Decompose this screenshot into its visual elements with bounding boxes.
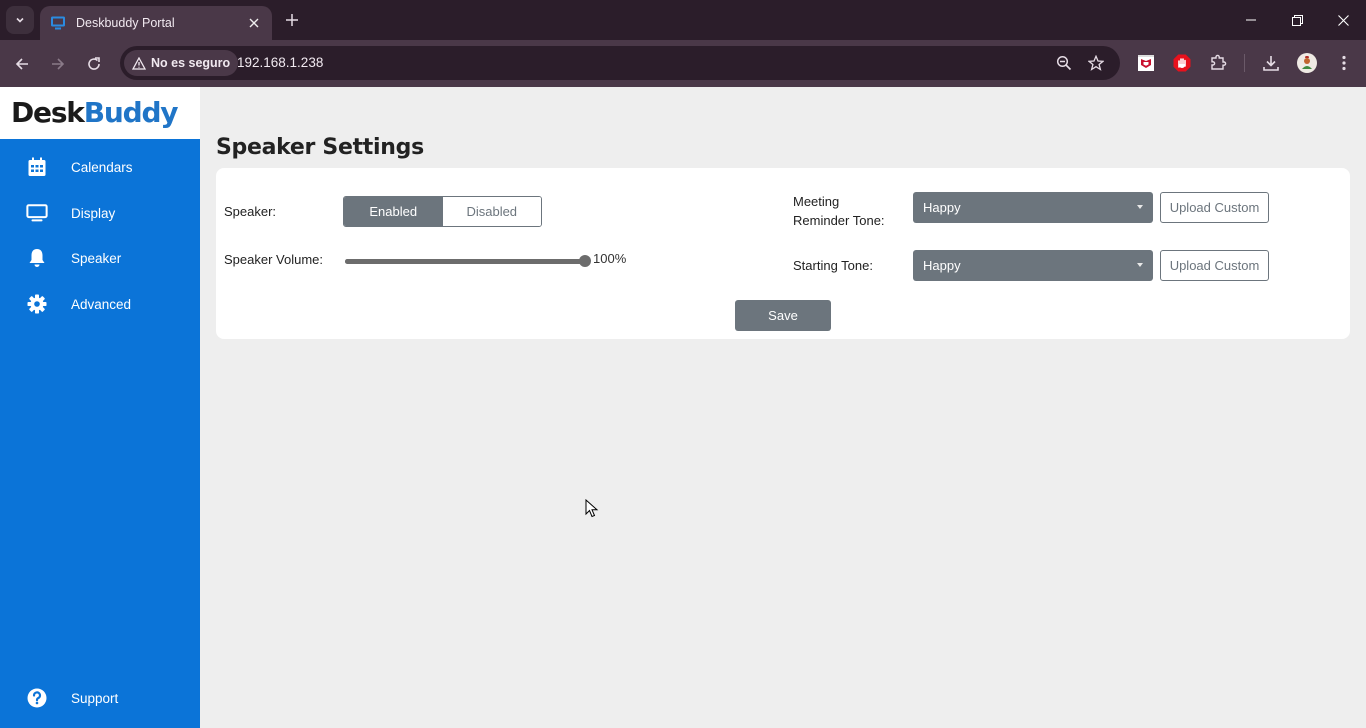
- puzzle-extensions-icon: [1211, 54, 1227, 70]
- minimize-icon: [1246, 19, 1256, 21]
- slider-fill: [345, 259, 585, 264]
- url-text[interactable]: 192.168.1.238: [237, 46, 323, 80]
- mouse-cursor-icon: [585, 499, 599, 518]
- speaker-volume-value: 100%: [593, 251, 627, 266]
- close-icon: [1337, 14, 1349, 26]
- slider-thumb[interactable]: [579, 255, 591, 267]
- gear-icon: [26, 293, 48, 315]
- sidebar: DeskBuddy Calendars Display Speaker Adva: [0, 87, 200, 728]
- monitor-icon: [51, 16, 65, 30]
- chevron-down-icon: [16, 17, 24, 23]
- security-chip[interactable]: No es seguro: [124, 50, 239, 76]
- kebab-menu-icon: [1342, 55, 1346, 71]
- caret-down-icon: [1137, 263, 1143, 267]
- meeting-reminder-tone-label: Meeting Reminder Tone:: [793, 192, 885, 230]
- page-title: Speaker Settings: [216, 135, 424, 160]
- reload-icon: [88, 57, 100, 70]
- sidebar-item-label: Calendars: [71, 159, 133, 175]
- tab-title: Deskbuddy Portal: [76, 16, 175, 30]
- deskbuddy-logo[interactable]: DeskBuddy: [0, 87, 200, 139]
- upload-custom-reminder-button[interactable]: Upload Custom: [1160, 192, 1269, 223]
- reload-button[interactable]: [82, 52, 106, 76]
- mcafee-extension-button[interactable]: [1135, 52, 1157, 74]
- sidebar-item-speaker[interactable]: Speaker: [0, 238, 200, 278]
- downloads-button[interactable]: [1260, 52, 1282, 74]
- star-icon: [1088, 55, 1104, 71]
- selected-value: Happy: [923, 258, 961, 273]
- deskbuddy-portal-page: DeskBuddy Calendars Display Speaker Adva: [0, 87, 1366, 728]
- save-button[interactable]: Save: [735, 300, 831, 331]
- restore-icon: [1291, 14, 1303, 26]
- plus-icon: [286, 14, 298, 26]
- new-tab-button[interactable]: [282, 10, 302, 30]
- speaker-volume-label: Speaker Volume:: [224, 252, 324, 267]
- sidebar-item-advanced[interactable]: Advanced: [0, 284, 200, 324]
- browser-tab-active[interactable]: Deskbuddy Portal: [40, 6, 272, 40]
- speaker-volume-slider[interactable]: [345, 253, 591, 269]
- sidebar-item-label: Advanced: [71, 296, 132, 312]
- logo-desk-text: Desk: [11, 96, 85, 129]
- speaker-settings-card: Speaker: Enabled Disabled Speaker Volume…: [216, 168, 1350, 339]
- logo-buddy-text: Buddy: [83, 96, 179, 129]
- sidebar-item-support[interactable]: Support: [0, 678, 200, 718]
- adblock-extension-button[interactable]: [1171, 52, 1193, 74]
- bell-icon: [26, 247, 48, 269]
- close-icon: [249, 18, 259, 28]
- close-window-button[interactable]: [1320, 0, 1366, 40]
- extensions-button[interactable]: [1207, 52, 1229, 74]
- back-button[interactable]: [10, 52, 34, 76]
- label-line: Meeting: [793, 194, 840, 209]
- toolbar-divider: [1244, 54, 1245, 72]
- label-line: Reminder Tone:: [793, 213, 885, 228]
- speaker-disabled-button[interactable]: Disabled: [442, 197, 541, 226]
- tab-search-button[interactable]: [6, 6, 34, 34]
- bookmark-button[interactable]: [1086, 53, 1106, 73]
- zoom-out-icon: [1056, 55, 1072, 71]
- profile-avatar-icon: [1297, 53, 1317, 73]
- sidebar-item-label: Display: [71, 205, 116, 221]
- starting-tone-label: Starting Tone:: [793, 258, 873, 273]
- zoom-button[interactable]: [1054, 53, 1074, 73]
- warning-triangle-icon: [132, 56, 146, 70]
- speaker-toggle-group: Enabled Disabled: [343, 196, 542, 227]
- meeting-reminder-tone-select[interactable]: Happy: [913, 192, 1153, 223]
- mcafee-extension-icon: [1138, 55, 1154, 71]
- speaker-label: Speaker:: [224, 204, 277, 219]
- adblock-extension-icon: [1173, 54, 1191, 72]
- logo-wordmark: DeskBuddy: [11, 96, 179, 129]
- download-icon: [1263, 56, 1279, 71]
- restore-button[interactable]: [1274, 0, 1320, 40]
- sidebar-item-display[interactable]: Display: [0, 193, 200, 233]
- profile-button[interactable]: [1296, 52, 1318, 74]
- security-label: No es seguro: [151, 56, 231, 70]
- sidebar-item-label: Support: [71, 690, 119, 706]
- caret-down-icon: [1137, 205, 1143, 209]
- sidebar-item-label: Speaker: [71, 250, 122, 266]
- starting-tone-select[interactable]: Happy: [913, 250, 1153, 281]
- browser-menu-button[interactable]: [1333, 52, 1355, 74]
- tab-close-button[interactable]: [246, 15, 262, 31]
- speaker-enabled-button[interactable]: Enabled: [344, 197, 443, 226]
- selected-value: Happy: [923, 200, 961, 215]
- sidebar-item-calendars[interactable]: Calendars: [0, 147, 200, 187]
- browser-toolbar: No es seguro 192.168.1.238: [0, 40, 1366, 87]
- question-circle-icon: [26, 687, 48, 709]
- browser-chrome: Deskbuddy Portal No es seguro 192.168.1.…: [0, 0, 1366, 87]
- minimize-button[interactable]: [1228, 0, 1274, 40]
- back-arrow-icon: [15, 58, 28, 70]
- tab-strip: Deskbuddy Portal: [0, 0, 1366, 40]
- calendar-icon: [26, 156, 48, 178]
- address-bar[interactable]: No es seguro 192.168.1.238: [120, 46, 1120, 80]
- monitor-icon: [26, 202, 48, 224]
- forward-arrow-icon: [52, 58, 65, 70]
- upload-custom-starting-button[interactable]: Upload Custom: [1160, 250, 1269, 281]
- forward-button[interactable]: [46, 52, 70, 76]
